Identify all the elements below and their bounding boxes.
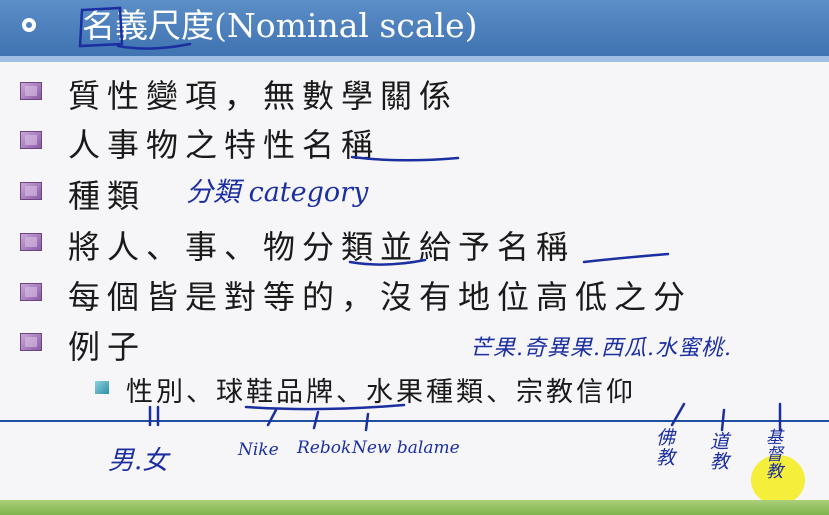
- ink-note-gender: 男.女: [108, 446, 169, 476]
- ink-note-newbalance: New balame: [352, 438, 460, 458]
- square-bullet-icon: [20, 82, 42, 100]
- square-bullet-icon: [20, 333, 42, 351]
- square-bullet-icon: [20, 233, 42, 251]
- ink-tick-nike: [266, 408, 278, 427]
- divider-line: [0, 420, 829, 422]
- bullet-text: 例子: [68, 328, 147, 366]
- bullet-text: 質性變項，無數學關係: [68, 77, 459, 115]
- ink-tick-newbalance: [364, 412, 370, 432]
- slide-title: 名義尺度(Nominal scale): [82, 6, 478, 45]
- title-underline-band: [0, 56, 829, 62]
- square-bullet-icon: [20, 131, 42, 149]
- ink-note-religion-1: 佛教: [656, 427, 676, 469]
- title-bar: 名義尺度(Nominal scale): [0, 0, 829, 56]
- circle-bullet-icon: [22, 18, 36, 32]
- footer-band: [0, 500, 829, 515]
- bullet-text: 種類: [68, 177, 147, 215]
- bullet-text: 將人、事、物分類並給予名稱: [68, 228, 576, 266]
- ink-note-reebok: Rebok: [297, 438, 352, 458]
- ink-underline-名稱-2: [582, 252, 670, 264]
- ink-tick-性別: [148, 405, 160, 427]
- ink-note-category: 分類 category: [186, 177, 369, 208]
- bullet-text: 每個皆是對等的，沒有地位高低之分: [68, 278, 693, 316]
- ink-note-fruits: 芒果.奇異果.西瓜.水蜜桃.: [470, 336, 732, 361]
- square-bullet-icon: [20, 182, 42, 200]
- ink-note-religion-3: 基督教: [766, 428, 783, 482]
- ink-note-nike: Nike: [238, 440, 279, 460]
- sub-bullet-icon: [95, 381, 109, 394]
- sub-bullet-text: 性別、球鞋品牌、水果種類、宗教信仰: [126, 377, 636, 408]
- slide: 名義尺度(Nominal scale) 質性變項，無數學關係 人事物之特性名稱 …: [0, 0, 829, 515]
- ink-note-religion-2: 道教: [710, 431, 730, 473]
- square-bullet-icon: [20, 283, 42, 301]
- bullet-text: 人事物之特性名稱: [68, 126, 381, 164]
